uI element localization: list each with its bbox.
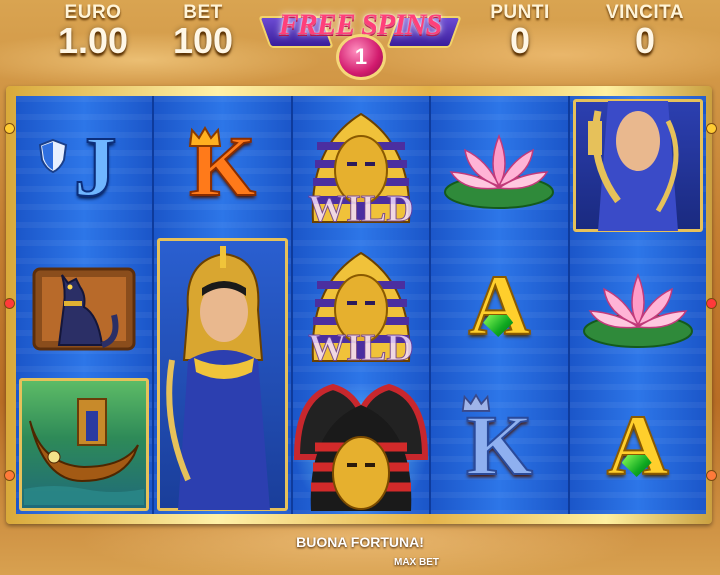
vincita-value: 0 bbox=[634, 20, 656, 61]
reel-3: WILD WILD bbox=[292, 96, 430, 514]
reel-4: A K bbox=[431, 96, 568, 514]
wild-label: WILD bbox=[308, 188, 415, 231]
max-bet-button[interactable]: MAX BET bbox=[394, 557, 439, 568]
lotus-flower-icon bbox=[444, 133, 555, 209]
symbol-ace: A bbox=[570, 375, 706, 514]
symbol-king: K bbox=[431, 375, 567, 514]
wild-label: WILD bbox=[308, 327, 415, 370]
symbol-lotus bbox=[570, 235, 706, 374]
lotus-flower-icon bbox=[582, 272, 693, 348]
crown-icon bbox=[189, 126, 222, 147]
payline-marker bbox=[706, 123, 717, 134]
symbol-cleopatra bbox=[154, 235, 290, 514]
cat-statue-icon bbox=[32, 267, 136, 350]
payline-marker bbox=[4, 470, 15, 481]
shield-icon bbox=[38, 138, 68, 174]
bet-value: 100 bbox=[172, 20, 234, 61]
symbol-king: K bbox=[154, 96, 290, 235]
crown-icon bbox=[461, 393, 491, 412]
free-spins-count: 1 bbox=[336, 34, 386, 80]
payline-marker bbox=[4, 123, 15, 134]
reel-1: J bbox=[16, 96, 153, 514]
symbol-scatter-pharaohs bbox=[292, 375, 430, 514]
reels-grid: J K WILD WILD A K A bbox=[16, 96, 707, 514]
punti-value: 0 bbox=[509, 20, 531, 61]
payline-marker bbox=[706, 470, 717, 481]
reel-5: A bbox=[569, 96, 707, 514]
symbol-cat bbox=[16, 235, 152, 374]
symbol-jack: J bbox=[16, 96, 152, 235]
ace-letter: A bbox=[467, 256, 531, 354]
symbol-boat bbox=[16, 375, 152, 514]
payline-marker bbox=[4, 298, 15, 309]
symbol-cleopatra bbox=[570, 96, 706, 235]
symbol-lotus bbox=[431, 96, 567, 235]
free-spins-banner: FREE SPINS 1 bbox=[258, 2, 462, 80]
symbol-ace: A bbox=[431, 235, 567, 374]
symbol-wild: WILD bbox=[293, 96, 429, 235]
status-message: BUONA FORTUNA! bbox=[296, 534, 424, 550]
symbol-wild: WILD bbox=[293, 235, 429, 374]
payline-marker bbox=[706, 298, 717, 309]
egyptian-boat-icon bbox=[24, 397, 145, 505]
cleopatra-icon bbox=[165, 245, 270, 510]
jack-letter: J bbox=[73, 117, 118, 215]
cleopatra-icon bbox=[587, 100, 679, 231]
reel-2: K bbox=[154, 96, 291, 514]
ace-letter: A bbox=[606, 396, 670, 494]
pharaoh-mask-icon bbox=[294, 383, 429, 511]
